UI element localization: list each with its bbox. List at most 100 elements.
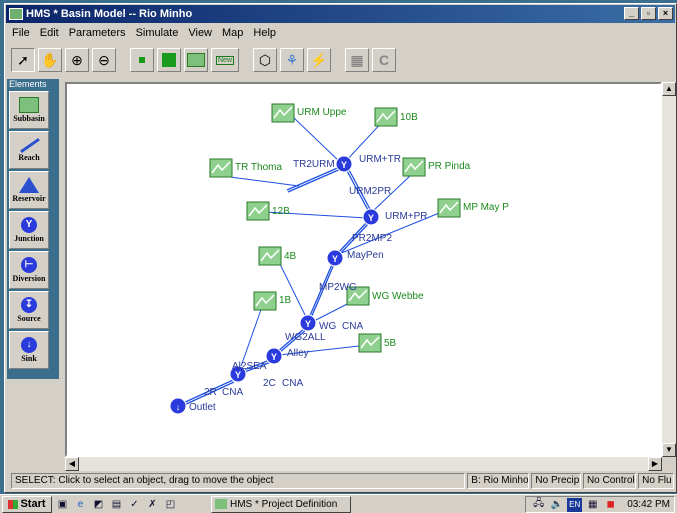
subbasin-pr-pinda-icon[interactable] [402,157,426,177]
large-square-icon[interactable] [157,48,181,72]
task-hms-project[interactable]: HMS * Project Definition [211,495,351,513]
tray-app-icon[interactable]: ▦ [585,498,600,512]
subbasin-tr-thoma-icon[interactable] [209,158,233,178]
menu-view[interactable]: View [183,27,217,39]
hms-app-icon [9,8,23,20]
palette-subbasin[interactable]: Subbasin [9,91,49,129]
subbasin-1b-icon[interactable] [253,291,277,311]
scroll-down-icon[interactable]: ▼ [662,443,676,457]
status-precip: No Precip [531,473,581,489]
link-urm-uppe [291,115,343,165]
label-outlet: Outlet [189,402,216,413]
subbasin-urm-uppe-icon[interactable] [271,103,295,123]
polygon-icon[interactable]: ⬡ [253,48,277,72]
app-icon-3[interactable]: ✗ [145,497,160,511]
subbasin-12b-icon[interactable] [246,201,270,221]
label-tr-thoma: TR Thoma [235,162,282,173]
desktop-icon[interactable]: ▣ [55,497,70,511]
subbasin-4b-icon[interactable] [258,246,282,266]
label-alley: Alley [287,348,309,359]
label-urm-pr: URM+PR [385,211,428,222]
scroll-left-icon[interactable]: ◀ [65,457,79,471]
label-wg: WG [319,321,336,332]
menu-help[interactable]: Help [248,27,281,39]
label-2r: 2R [204,387,217,398]
app-icon-1[interactable]: ▤ [109,497,124,511]
network-icon[interactable]: 🖧 [531,498,546,512]
label-mp-may-p: MP May P [463,202,509,213]
app-icon-2[interactable]: ✓ [127,497,142,511]
alert-icon[interactable]: ◼ [603,498,618,512]
sink-icon: ↓ [21,337,37,353]
toolbar: ➚ ✋ ⊕ ⊖ New ⬡ ⚘ ⚡ ▦ C [7,44,674,76]
hand-pan-icon[interactable]: ✋ [38,48,62,72]
horizontal-scrollbar[interactable]: ◀ ▶ [65,457,662,471]
label-cna-3: CNA [222,387,243,398]
zoom-in-icon[interactable]: ⊕ [65,48,89,72]
svg-text:Y: Y [341,160,347,170]
label-urm2pr: URM2PR [349,186,391,197]
tree-network-icon[interactable]: ⚘ [280,48,304,72]
basin-map-canvas[interactable]: YYY YYY ↓ URM Uppe 10B TR Thoma PR Pinda… [65,82,662,457]
minimize-button[interactable]: _ [624,7,639,20]
background-map-icon[interactable] [184,48,208,72]
close-button[interactable]: × [658,7,673,20]
palette-diversion[interactable]: ⊢ Diversion [9,251,49,289]
label-tr2urm: TR2URM [293,159,335,170]
palette-junction[interactable]: Y Junction [9,211,49,249]
reservoir-icon [19,177,39,193]
grid-icon[interactable]: ▦ [345,48,369,72]
main-window: HMS * Basin Model -- Rio Minho _ ▫ × Fil… [4,3,677,493]
menu-edit[interactable]: Edit [35,27,64,39]
subbasin-5b-icon[interactable] [358,333,382,353]
label-pr-pinda: PR Pinda [428,161,471,172]
link-4b [278,261,308,320]
reach-icon [19,138,39,152]
link-tr-thoma [221,175,300,187]
title-bar[interactable]: HMS * Basin Model -- Rio Minho _ ▫ × [6,5,675,23]
volume-icon[interactable]: 🔈 [549,498,564,512]
label-wg-webbe: WG Webbe [372,291,424,302]
clear-c-icon[interactable]: C [372,48,396,72]
label-urm-tr: URM+TR [359,154,401,165]
start-button[interactable]: Start [2,495,52,513]
scroll-up-icon[interactable]: ▲ [662,82,676,96]
label-pr2mp2: PR2MP2 [352,233,392,244]
small-square-icon[interactable] [130,48,154,72]
palette-reach[interactable]: Reach [9,131,49,169]
svg-text:Y: Y [332,254,338,264]
status-message: SELECT: Click to select an object, drag … [11,473,466,489]
diversion-icon: ⊢ [21,257,37,273]
menu-parameters[interactable]: Parameters [64,27,131,39]
label-urm-uppe: URM Uppe [297,107,347,118]
zoom-out-icon[interactable]: ⊖ [92,48,116,72]
svg-text:Y: Y [368,213,374,223]
window-title: HMS * Basin Model -- Rio Minho [26,8,193,20]
menu-map[interactable]: Map [217,27,248,39]
label-al2sea: Al2SEA [232,361,267,372]
arrow-select-icon[interactable]: ➚ [11,48,35,72]
palette-sink[interactable]: ↓ Sink [9,331,49,369]
status-bar: SELECT: Click to select an object, drag … [11,473,674,490]
menu-simulate[interactable]: Simulate [131,27,184,39]
subbasin-10b-icon[interactable] [374,107,398,127]
taskbar: Start ▣ e ◩ ▤ ✓ ✗ ◰ HMS * Project Defini… [0,494,677,513]
vertical-scrollbar[interactable]: ▲ ▼ [662,82,676,457]
new-element-button[interactable]: New [211,48,239,72]
label-4b: 4B [284,251,297,262]
language-icon[interactable]: EN [567,497,583,512]
app-icon-4[interactable]: ◰ [163,497,178,511]
ie-icon[interactable]: e [73,497,88,511]
palette-reservoir[interactable]: Reservoir [9,171,49,209]
hms-task-icon [215,499,227,509]
restore-button[interactable]: ▫ [641,7,656,20]
subbasin-mp-may-p-icon[interactable] [437,198,461,218]
label-mp2wg: MP2WG [319,282,357,293]
menu-file[interactable]: File [7,27,35,39]
explorer-icon[interactable]: ◩ [91,497,106,511]
status-basin: B: Rio Minho [467,473,530,489]
palette-source[interactable]: ↧ Source [9,291,49,329]
svg-text:Y: Y [305,319,311,329]
reach-draw-icon[interactable]: ⚡ [307,48,331,72]
scroll-right-icon[interactable]: ▶ [648,457,662,471]
